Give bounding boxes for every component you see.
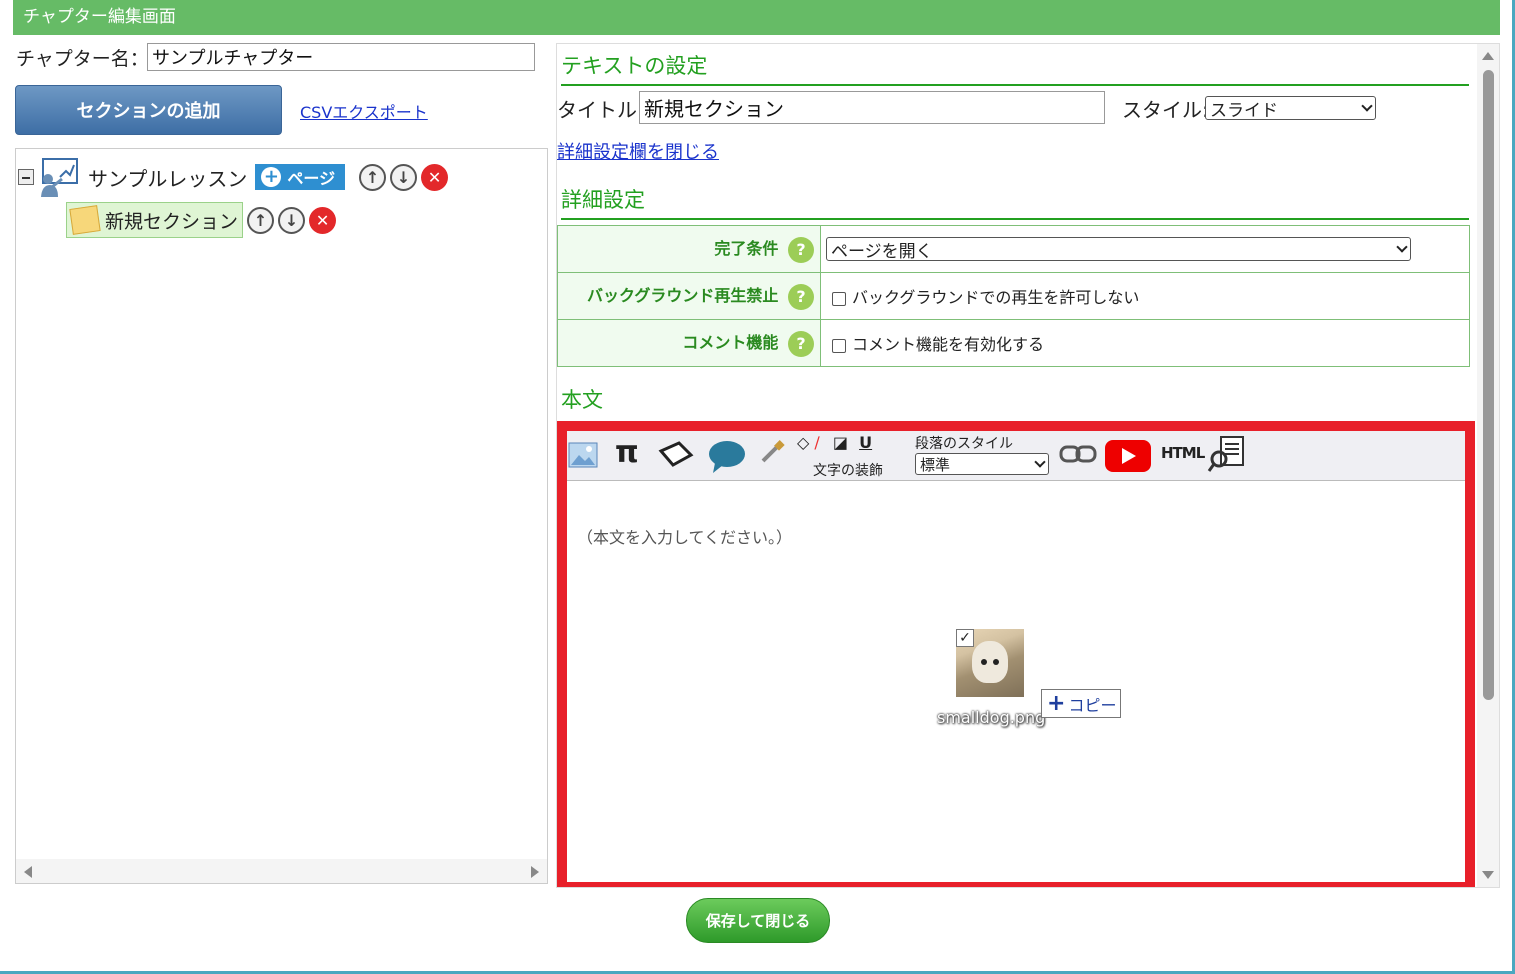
preview-search-icon[interactable]: [1207, 435, 1247, 477]
lesson-label[interactable]: サンプルレッスン: [88, 163, 247, 192]
paragraph-style-value: 標準: [920, 455, 951, 474]
chevron-down-icon: [1361, 100, 1373, 112]
delete-icon[interactable]: ✕: [309, 206, 337, 234]
link-icon[interactable]: [1059, 443, 1097, 469]
body-placeholder[interactable]: （本文を入力してください。）: [577, 524, 792, 548]
window-title: チャプター編集画面: [13, 0, 1500, 35]
dog-eye-right: [993, 659, 999, 665]
add-page-button[interactable]: + ページ: [255, 164, 346, 190]
dog-image: [972, 641, 1008, 683]
red-marker-icon[interactable]: ∕: [814, 433, 819, 452]
style-label: スタイル:: [1122, 98, 1209, 122]
youtube-icon[interactable]: [1105, 440, 1151, 472]
help-icon[interactable]: ?: [788, 283, 814, 310]
help-icon[interactable]: ?: [788, 236, 814, 263]
image-filename: smalldog.png: [937, 708, 1046, 727]
plus-icon: +: [1047, 691, 1066, 716]
detail-settings-table: 完了条件 ? ページを開く バックグラウンド再生禁止 ? バックグラウンドでの再…: [557, 225, 1470, 367]
scroll-right-icon[interactable]: [531, 866, 539, 878]
move-up-icon[interactable]: ↑: [247, 206, 275, 234]
move-up-icon[interactable]: ↑: [359, 163, 387, 191]
title-label: タイトル:: [557, 98, 644, 122]
horizontal-scrollbar[interactable]: [16, 859, 547, 883]
dog-image-thumbnail[interactable]: ✓: [956, 629, 1024, 697]
note-icon: [69, 205, 101, 235]
chapter-name-label: チャプター名：: [16, 48, 149, 70]
underline-icon[interactable]: U: [859, 433, 872, 452]
speech-bubble-icon[interactable]: [707, 439, 747, 477]
teacher-board-icon: [38, 157, 80, 197]
comment-feature-cell: コメント機能を有効化する: [820, 319, 1470, 367]
background-play-checkbox[interactable]: [832, 291, 846, 306]
section-label: 新規セクション: [105, 210, 239, 233]
table-row: 完了条件 ? ページを開く: [557, 225, 1470, 273]
comment-feature-checkbox[interactable]: [832, 338, 846, 353]
eraser-icon[interactable]: ◇: [797, 433, 809, 452]
plus-icon: +: [261, 167, 282, 187]
style-select-value: スライド: [1210, 100, 1278, 121]
text-settings-panel: テキストの設定 タイトル: スタイル: スライド 詳細設定欄を閉じる 詳細設定 …: [556, 43, 1500, 888]
text-decoration-label: 文字の装飾: [813, 463, 883, 479]
add-section-button[interactable]: セクションの追加: [15, 85, 282, 135]
editor-body[interactable]: （本文を入力してください。） ✓ smalldog.png + コピー: [567, 482, 1465, 882]
body-editor: π ◇ ∕ ◪ U 文字の装飾 段落のスタイル 標準 HTML （本文を入力して…: [557, 421, 1475, 887]
csv-export-link[interactable]: CSVエクスポート: [300, 99, 428, 123]
chapter-name-input[interactable]: [147, 43, 535, 71]
table-row: コメント機能 ? コメント機能を有効化する: [557, 319, 1470, 367]
background-play-cell: バックグラウンドでの再生を許可しない: [820, 272, 1470, 320]
completion-condition-label: 完了条件: [714, 239, 779, 259]
math-pi-icon[interactable]: π: [615, 435, 639, 470]
chevron-down-icon: [1034, 456, 1046, 468]
section-tree-panel: サンプルレッスン + ページ ↑ ↓ ✕ 新規セクション ↑ ↓ ✕: [15, 148, 548, 884]
dog-eye-left: [981, 659, 987, 665]
detail-settings-heading: 詳細設定: [561, 184, 1469, 220]
vertical-scrollbar[interactable]: [1477, 44, 1499, 887]
scroll-up-icon[interactable]: [1482, 52, 1494, 60]
move-down-icon[interactable]: ↓: [390, 163, 418, 191]
scroll-down-icon[interactable]: [1482, 871, 1494, 879]
background-play-label: バックグラウンド再生禁止: [587, 286, 779, 306]
comment-feature-label: コメント機能: [682, 333, 779, 353]
collapse-toggle-icon[interactable]: [18, 169, 34, 185]
paragraph-style-label: 段落のスタイル: [915, 436, 1013, 452]
chevron-down-icon: [1396, 241, 1408, 253]
image-insert-icon[interactable]: [567, 439, 599, 475]
editor-toolbar: π ◇ ∕ ◪ U 文字の装飾 段落のスタイル 標準 HTML: [567, 431, 1465, 481]
scroll-left-icon[interactable]: [24, 866, 32, 878]
copy-tooltip-label: コピー: [1068, 695, 1117, 715]
section-node-label-box[interactable]: 新規セクション: [66, 202, 244, 238]
detail-toggle-link[interactable]: 詳細設定欄を閉じる: [557, 138, 719, 164]
image-select-checkbox[interactable]: ✓: [956, 629, 974, 647]
highlighter-icon[interactable]: ◪: [833, 433, 848, 452]
comment-feature-checkbox-label[interactable]: コメント機能を有効化する: [852, 335, 1044, 354]
comment-feature-label-cell: コメント機能 ?: [557, 319, 821, 367]
title-input[interactable]: [639, 91, 1105, 124]
html-button[interactable]: HTML: [1161, 444, 1205, 462]
brush-icon[interactable]: [759, 439, 785, 469]
shape-icon[interactable]: [657, 439, 695, 473]
paragraph-style-select[interactable]: 標準: [915, 453, 1049, 475]
help-icon[interactable]: ?: [788, 330, 814, 357]
text-deco-icons[interactable]: ◇ ∕ ◪ U: [797, 433, 872, 452]
section-node[interactable]: 新規セクション ↑ ↓ ✕: [66, 202, 337, 238]
completion-condition-select[interactable]: ページを開く: [826, 237, 1411, 262]
background-play-label-cell: バックグラウンド再生禁止 ?: [557, 272, 821, 320]
add-page-label: ページ: [287, 169, 336, 188]
completion-condition-label-cell: 完了条件 ?: [557, 225, 821, 273]
background-play-checkbox-label[interactable]: バックグラウンドでの再生を許可しない: [852, 288, 1139, 307]
scrollbar-thumb[interactable]: [1483, 70, 1494, 700]
lesson-node[interactable]: サンプルレッスン + ページ ↑ ↓ ✕: [18, 157, 449, 197]
copy-tooltip: + コピー: [1041, 689, 1121, 718]
save-and-close-button[interactable]: 保存して閉じる: [686, 898, 830, 943]
body-heading: 本文: [561, 388, 603, 412]
text-settings-heading: テキストの設定: [561, 50, 1469, 86]
delete-icon[interactable]: ✕: [421, 163, 449, 191]
style-select[interactable]: スライド: [1205, 96, 1376, 121]
table-row: バックグラウンド再生禁止 ? バックグラウンドでの再生を許可しない: [557, 272, 1470, 320]
completion-condition-value: ページを開く: [831, 241, 933, 262]
move-down-icon[interactable]: ↓: [278, 206, 306, 234]
completion-condition-cell: ページを開く: [820, 225, 1470, 273]
